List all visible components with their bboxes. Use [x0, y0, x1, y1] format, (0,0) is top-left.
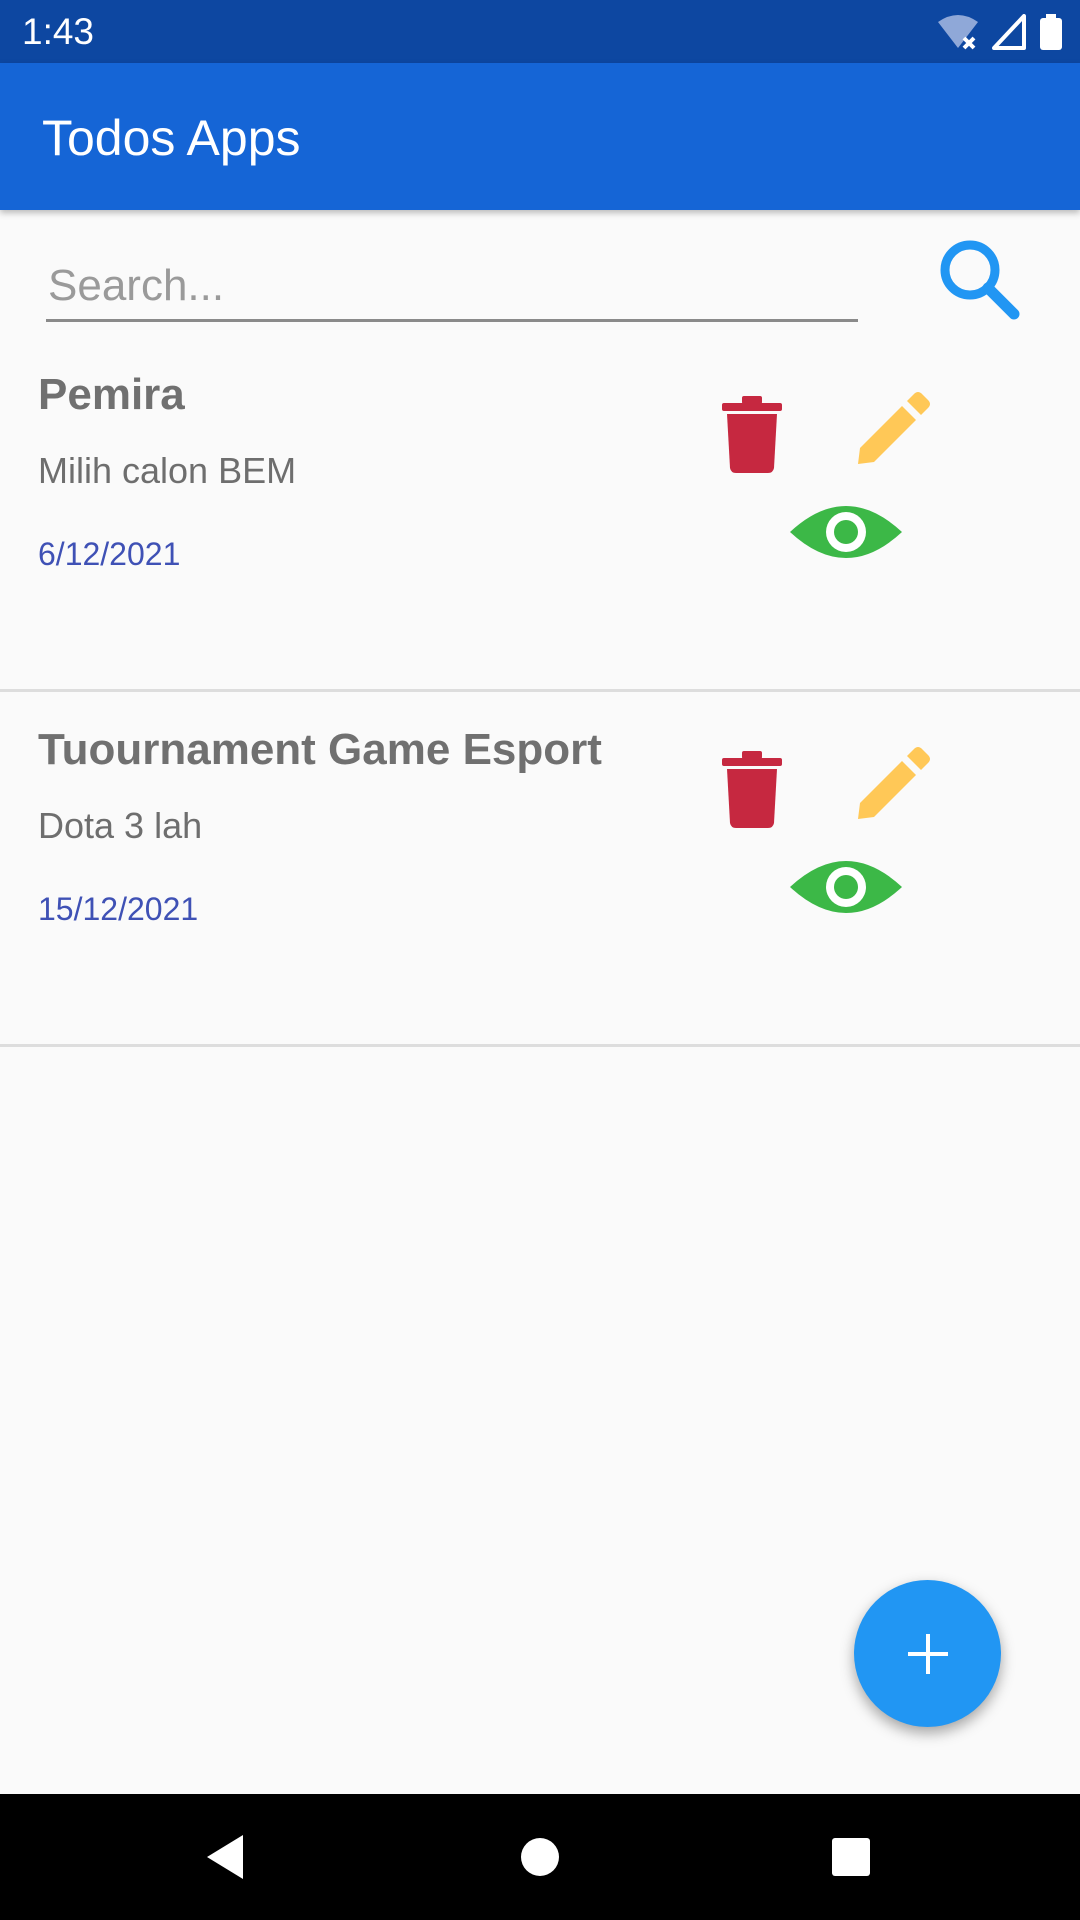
pencil-icon: [858, 747, 930, 819]
todo-title: Tuournament Game Esport: [38, 725, 602, 774]
view-button[interactable]: [786, 496, 906, 568]
pencil-icon: [858, 392, 930, 464]
delete-button[interactable]: [720, 394, 784, 474]
status-bar: 1:43: [0, 0, 1080, 63]
search-icon: [940, 240, 1020, 320]
wifi-off-icon: [938, 15, 978, 50]
todo-date: 15/12/2021: [38, 891, 199, 927]
back-icon: [207, 1835, 243, 1879]
view-button[interactable]: [786, 851, 906, 923]
plus-icon: [907, 1633, 948, 1674]
search-button[interactable]: [930, 230, 1026, 326]
todo-item: Tuournament Game Esport Dota 3 lah 15/12…: [0, 691, 1080, 1047]
todo-item: Pemira Milih calon BEM 6/12/2021: [0, 336, 1080, 692]
trash-icon: [722, 751, 782, 828]
todo-description: Milih calon BEM: [38, 450, 297, 491]
recents-button[interactable]: [816, 1822, 886, 1892]
home-icon: [521, 1838, 559, 1876]
eye-icon: [790, 506, 902, 558]
status-icons: [938, 12, 1062, 52]
add-todo-button[interactable]: [854, 1580, 1001, 1727]
back-button[interactable]: [190, 1822, 260, 1892]
app-bar: Todos Apps: [0, 63, 1080, 210]
todo-description: Dota 3 lah: [38, 805, 203, 846]
status-time: 1:43: [22, 11, 95, 52]
battery-icon: [1040, 14, 1062, 50]
home-button[interactable]: [505, 1822, 575, 1892]
todo-title: Pemira: [38, 370, 185, 419]
navigation-bar: [0, 1794, 1080, 1920]
delete-button[interactable]: [720, 749, 784, 829]
edit-button[interactable]: [852, 745, 932, 825]
signal-icon: [992, 14, 1026, 50]
recents-icon: [832, 1838, 870, 1876]
app-title: Todos Apps: [42, 110, 301, 166]
trash-icon: [722, 396, 782, 473]
eye-icon: [790, 861, 902, 913]
search-input[interactable]: [46, 252, 858, 322]
todo-date: 6/12/2021: [38, 536, 181, 572]
edit-button[interactable]: [852, 390, 932, 470]
